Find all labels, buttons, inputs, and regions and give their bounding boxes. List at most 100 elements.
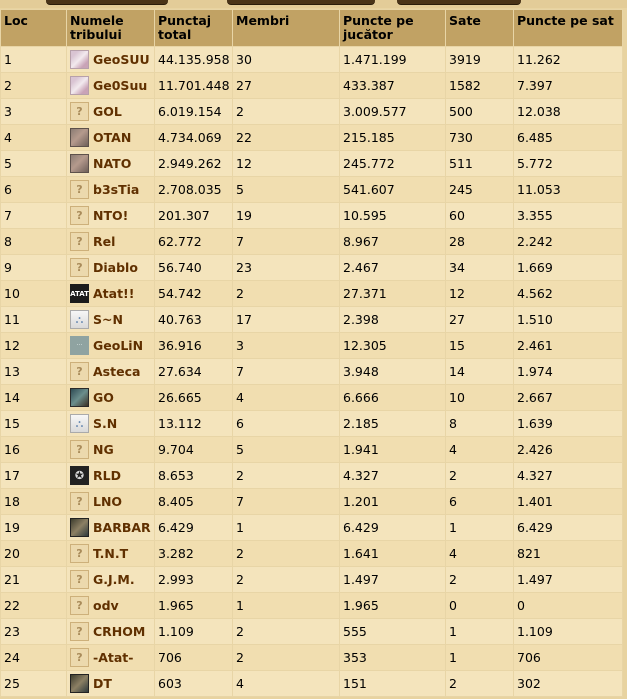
header-members[interactable]: Membri [232, 9, 340, 47]
tribe-link[interactable]: GO [93, 390, 114, 405]
table-row: 14 GO 26.665 4 6.666 10 2.667 [0, 384, 623, 411]
tribe-avatar-icon[interactable] [70, 128, 89, 147]
per-player-cell: 1.471.199 [339, 46, 446, 73]
header-tribe[interactable]: Numele tribului [66, 9, 155, 47]
table-row: 6? b3sTia 2.708.035 5 541.607 245 11.053 [0, 176, 623, 203]
tribe-link[interactable]: LNO [93, 494, 122, 509]
tribe-avatar-icon[interactable]: ? [70, 648, 89, 667]
tribe-link[interactable]: S.N [93, 416, 117, 431]
header-points[interactable]: Punctaj total [154, 9, 233, 47]
tribe-link[interactable]: GOL [93, 104, 122, 119]
tribe-link[interactable]: Asteca [93, 364, 140, 379]
points-cell: 603 [154, 670, 233, 697]
tribe-cell: ? -Atat- [66, 644, 155, 671]
villages-cell: 245 [445, 176, 514, 203]
table-row: 3? GOL 6.019.154 2 3.009.577 500 12.038 [0, 98, 623, 125]
tribe-link[interactable]: odv [93, 598, 119, 613]
tribe-link[interactable]: Ge0Suu [93, 78, 147, 93]
top-tab-2[interactable] [227, 0, 375, 5]
villages-cell: 4 [445, 540, 514, 567]
tribe-link[interactable]: S~N [93, 312, 123, 327]
tribe-avatar-icon[interactable] [70, 154, 89, 173]
tribe-avatar-icon[interactable]: ? [70, 596, 89, 615]
tribe-avatar-icon[interactable]: ? [70, 180, 89, 199]
tribe-avatar-icon[interactable] [70, 518, 89, 537]
tribe-link[interactable]: Atat!! [93, 286, 134, 301]
tribe-avatar-icon[interactable]: ? [70, 622, 89, 641]
members-cell: 23 [232, 254, 340, 281]
tribe-link[interactable]: Diablo [93, 260, 138, 275]
top-tab-1[interactable] [46, 0, 168, 5]
header-rank[interactable]: Loc [0, 9, 67, 47]
points-cell: 11.701.448 [154, 72, 233, 99]
tribe-cell: ? CRHOM [66, 618, 155, 645]
per-village-cell: 706 [513, 644, 623, 671]
tribe-link[interactable]: -Atat- [93, 650, 133, 665]
members-cell: 2 [232, 566, 340, 593]
table-row: 7? NTO! 201.307 19 10.595 60 3.355 [0, 202, 623, 229]
members-cell: 1 [232, 592, 340, 619]
tribe-avatar-icon[interactable] [70, 50, 89, 69]
tribe-link[interactable]: NATO [93, 156, 131, 171]
tribe-link[interactable]: OTAN [93, 130, 131, 145]
tribe-link[interactable]: T.N.T [93, 546, 128, 561]
tribe-link[interactable]: BARBAR [93, 520, 151, 535]
rank-cell: 21 [0, 566, 67, 593]
tribe-avatar-icon[interactable] [70, 388, 89, 407]
tribe-link[interactable]: DT [93, 676, 112, 691]
header-per-village[interactable]: Puncte pe sat [513, 9, 623, 47]
rank-cell: 15 [0, 410, 67, 437]
villages-cell: 730 [445, 124, 514, 151]
rank-cell: 23 [0, 618, 67, 645]
tribe-link[interactable]: GeoLiN [93, 338, 143, 353]
rank-cell: 19 [0, 514, 67, 541]
per-player-cell: 2.185 [339, 410, 446, 437]
tribe-link[interactable]: GeoSUU [93, 52, 150, 67]
tribe-avatar-icon[interactable]: ··· [70, 336, 89, 355]
tribe-avatar-icon[interactable]: ✪ [70, 466, 89, 485]
top-bar [0, 0, 627, 8]
top-tab-3[interactable] [397, 0, 521, 5]
header-villages[interactable]: Sate [445, 9, 514, 47]
villages-cell: 60 [445, 202, 514, 229]
tribe-avatar-icon[interactable]: ? [70, 440, 89, 459]
tribe-avatar-icon[interactable]: ⛬ [70, 414, 89, 433]
tribe-link[interactable]: CRHOM [93, 624, 145, 639]
per-village-cell: 11.053 [513, 176, 623, 203]
tribe-avatar-icon[interactable]: ? [70, 232, 89, 251]
tribe-avatar-icon[interactable]: ATAT [70, 284, 89, 303]
tribe-avatar-icon[interactable]: ? [70, 492, 89, 511]
tribe-link[interactable]: b3sTia [93, 182, 139, 197]
tribe-link[interactable]: G.J.M. [93, 572, 135, 587]
table-row: 20? T.N.T 3.282 2 1.641 4 821 [0, 540, 623, 567]
tribe-avatar-icon[interactable] [70, 674, 89, 693]
table-row: 24? -Atat- 706 2 353 1 706 [0, 644, 623, 671]
tribe-link[interactable]: Rel [93, 234, 115, 249]
tribe-avatar-icon[interactable]: ? [70, 258, 89, 277]
tribe-link[interactable]: NG [93, 442, 114, 457]
points-cell: 1.965 [154, 592, 233, 619]
tribe-avatar-icon[interactable]: ? [70, 570, 89, 589]
table-row: 12 ··· GeoLiN 36.916 3 12.305 15 2.461 [0, 332, 623, 359]
tribe-link[interactable]: RLD [93, 468, 121, 483]
members-cell: 2 [232, 280, 340, 307]
tribe-avatar-icon[interactable]: ? [70, 206, 89, 225]
points-cell: 62.772 [154, 228, 233, 255]
rank-cell: 18 [0, 488, 67, 515]
tribe-avatar-icon[interactable]: ? [70, 102, 89, 121]
table-row: 13? Asteca 27.634 7 3.948 14 1.974 [0, 358, 623, 385]
tribe-avatar-icon[interactable]: ? [70, 544, 89, 563]
points-cell: 6.019.154 [154, 98, 233, 125]
members-cell: 2 [232, 618, 340, 645]
header-per-player[interactable]: Puncte pe jucător [339, 9, 446, 47]
tribe-avatar-icon[interactable]: ? [70, 362, 89, 381]
rank-cell: 13 [0, 358, 67, 385]
rank-cell: 9 [0, 254, 67, 281]
tribe-link[interactable]: NTO! [93, 208, 128, 223]
tribe-avatar-icon[interactable]: ⛬ [70, 310, 89, 329]
tribe-avatar-icon[interactable] [70, 76, 89, 95]
tribe-cell: ? NG [66, 436, 155, 463]
rank-cell: 6 [0, 176, 67, 203]
tribe-cell: ? LNO [66, 488, 155, 515]
members-cell: 2 [232, 644, 340, 671]
